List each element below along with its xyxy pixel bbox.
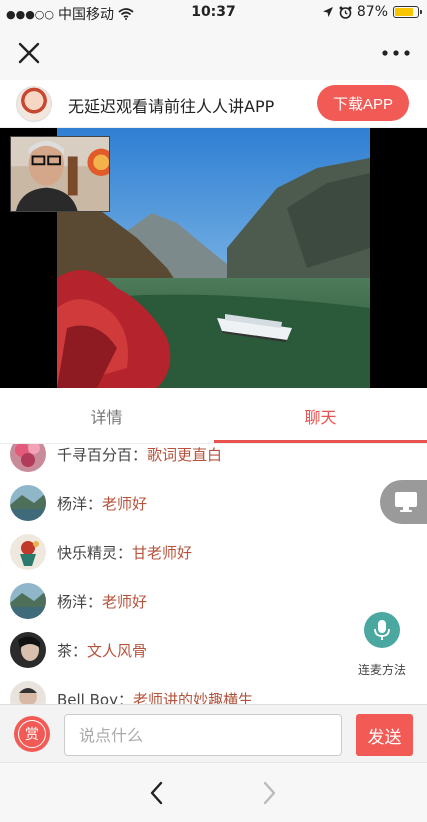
reward-button[interactable]: 赏 xyxy=(14,716,50,752)
nav-bar xyxy=(0,26,427,80)
chat-username: 杨洋 xyxy=(57,494,88,513)
battery-fill xyxy=(395,8,413,16)
status-bar: ●●●○○ 中国移动 10:37 87% xyxy=(0,0,427,26)
reward-label: 赏 xyxy=(18,720,46,748)
chat-content: 歌词更直白 xyxy=(147,445,223,464)
send-button[interactable]: 发送 xyxy=(356,714,413,756)
chevron-right-icon xyxy=(263,781,276,805)
tab-detail[interactable]: 详情 xyxy=(0,388,213,444)
chat-message: 千寻百分百：歌词更直白 xyxy=(10,444,222,474)
screen-icon xyxy=(395,492,417,512)
chat-message-text: Bell Boy：老师讲的妙趣横生 xyxy=(57,689,253,705)
chat-content: 文人风骨 xyxy=(87,641,148,660)
chat-message: 杨洋：老师好 xyxy=(10,581,147,621)
tab-chat[interactable]: 聊天 xyxy=(214,388,427,444)
name-separator: ： xyxy=(132,445,148,464)
chat-content: 老师讲的妙趣横生 xyxy=(132,690,253,705)
avatar xyxy=(10,632,46,668)
chat-username: 杨洋 xyxy=(57,592,88,611)
more-dots-icon[interactable] xyxy=(379,40,413,66)
battery-icon xyxy=(393,6,422,18)
chat-message-text: 千寻百分百：歌词更直白 xyxy=(57,444,222,465)
chat-input-bar: 赏 发送 xyxy=(0,704,427,762)
banner-text: 无延迟观看请前往人人讲APP xyxy=(68,97,275,116)
close-icon[interactable] xyxy=(14,38,44,68)
chat-content: 老师好 xyxy=(102,494,148,513)
microphone-icon xyxy=(374,620,390,640)
battery-percent: 87% xyxy=(356,4,388,20)
chevron-left-icon[interactable] xyxy=(144,779,170,807)
name-separator: ： xyxy=(117,690,133,705)
chat-input[interactable] xyxy=(64,714,342,756)
chat-message-text: 杨洋：老师好 xyxy=(57,493,147,514)
status-bar-right: 87% xyxy=(322,4,422,20)
location-arrow-icon xyxy=(322,7,333,17)
name-separator: ： xyxy=(87,592,103,611)
channel-logo xyxy=(16,86,52,122)
chat-message: 杨洋：老师好 xyxy=(10,483,147,523)
chat-content: 老师好 xyxy=(102,592,148,611)
chat-username: 茶 xyxy=(57,641,73,660)
download-app-button[interactable]: 下载APP xyxy=(317,85,409,121)
screen-toggle-button[interactable] xyxy=(380,480,427,524)
chat-message-text: 杨洋：老师好 xyxy=(57,591,147,612)
chat-message: 茶：文人风骨 xyxy=(10,630,147,670)
avatar xyxy=(10,444,46,472)
chat-username: 千寻百分百 xyxy=(57,445,133,464)
avatar xyxy=(10,681,46,704)
name-separator: ： xyxy=(87,494,103,513)
app-download-banner: 无延迟观看请前往人人讲APP 下载APP xyxy=(0,80,427,128)
chat-message: 快乐精灵：甘老师好 xyxy=(10,532,192,572)
chat-message: Bell Boy：老师讲的妙趣横生 xyxy=(10,679,253,704)
mic-connect-label[interactable]: 连麦方法 xyxy=(350,661,414,678)
chat-content: 甘老师好 xyxy=(132,543,193,562)
browser-bottom-nav xyxy=(0,762,427,822)
tab-bar: 详情 聊天 xyxy=(0,388,427,444)
avatar xyxy=(10,534,46,570)
chat-username: Bell Boy xyxy=(57,690,118,705)
mic-connect-button[interactable] xyxy=(364,612,400,648)
avatar xyxy=(10,583,46,619)
chat-username: 快乐精灵 xyxy=(57,543,118,562)
name-separator: ： xyxy=(72,641,88,660)
chat-message-text: 茶：文人风骨 xyxy=(57,640,147,661)
avatar xyxy=(10,485,46,521)
live-video[interactable] xyxy=(0,128,427,388)
name-separator: ： xyxy=(117,543,133,562)
lecturer-camera-pip[interactable] xyxy=(10,136,110,212)
alarm-icon xyxy=(339,6,352,19)
chat-message-text: 快乐精灵：甘老师好 xyxy=(57,542,192,563)
